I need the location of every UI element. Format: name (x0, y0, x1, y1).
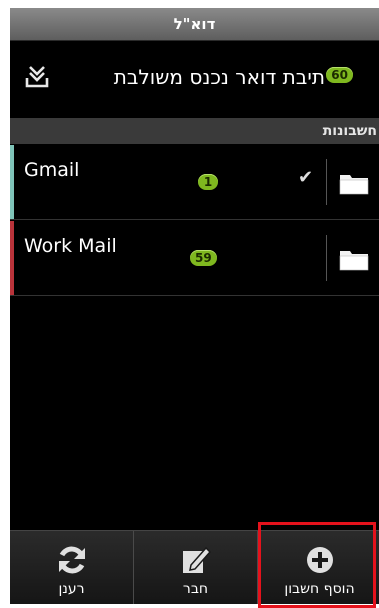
accounts-section-header: חשבונות (10, 118, 379, 144)
compose-button[interactable]: חבר (134, 531, 257, 604)
combined-unread-badge: 60 (326, 67, 353, 83)
app-title: דוא"ל (173, 15, 216, 33)
checkmark-icon: ✔ (298, 167, 314, 188)
account-row-gmail[interactable]: Gmail 1 ✔ (10, 145, 379, 220)
combined-inbox-row[interactable]: תיבת דואר נכנס משולבת 60 (10, 41, 379, 115)
refresh-button[interactable]: רענן (10, 531, 133, 604)
account-color-stripe (10, 145, 14, 219)
unread-badge: 1 (198, 174, 218, 190)
highlight-box (258, 522, 376, 608)
account-row-work-mail[interactable]: Work Mail 59 (10, 221, 379, 296)
folder-icon[interactable] (339, 171, 369, 195)
inbox-download-icon (25, 66, 49, 88)
refresh-icon (58, 546, 85, 574)
email-screen: דוא"ל תיבת דואר נכנס משולבת 60 חשבונות G… (10, 8, 379, 604)
account-name: Work Mail (24, 235, 117, 257)
account-name: Gmail (24, 159, 80, 181)
compose-label: חבר (182, 581, 209, 597)
compose-icon (182, 546, 211, 573)
combined-inbox-label: תיבת דואר נכנס משולבת (113, 65, 325, 89)
title-bar: דוא"ל (10, 8, 379, 41)
refresh-label: רענן (58, 581, 85, 597)
accounts-section-title: חשבונות (322, 123, 377, 139)
unread-badge: 59 (190, 250, 217, 266)
account-color-stripe (10, 221, 14, 295)
folder-icon[interactable] (339, 247, 369, 271)
row-divider (326, 159, 327, 205)
row-divider (326, 235, 327, 281)
